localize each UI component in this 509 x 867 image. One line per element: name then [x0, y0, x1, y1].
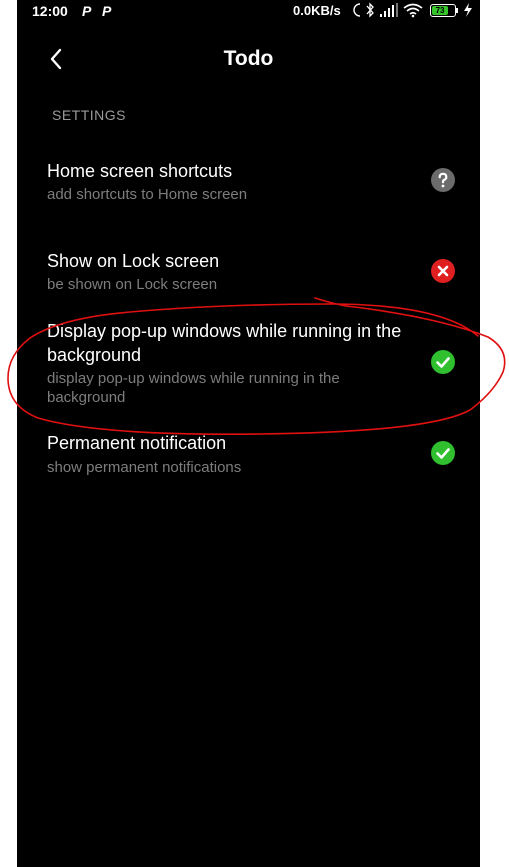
wifi-icon: [403, 3, 423, 18]
setting-title: Show on Lock screen: [47, 251, 220, 271]
network-speed: 0.0KB/s: [293, 3, 341, 18]
setting-permanent-notification[interactable]: Permanent notification show permanent no…: [17, 425, 480, 487]
setting-subtitle: show permanent notifications: [47, 459, 242, 476]
status-time: 12:00: [32, 3, 68, 19]
phone-screen: 12:00 P P 0.0KB/s 73 Todo SETTINGS Home …: [17, 0, 480, 867]
page-title: Todo: [223, 47, 274, 70]
battery-level: 73: [432, 6, 449, 15]
setting-subtitle: display pop-up windows while running in …: [47, 370, 340, 406]
setting-show-on-lock-screen[interactable]: Show on Lock screen be shown on Lock scr…: [17, 241, 480, 311]
setting-title: Permanent notification: [47, 433, 227, 453]
notification-p-icon: P: [82, 3, 92, 19]
check-icon[interactable]: [431, 441, 455, 465]
setting-home-screen-shortcuts[interactable]: Home screen shortcuts add shortcuts to H…: [17, 150, 480, 220]
setting-subtitle: add shortcuts to Home screen: [47, 186, 248, 203]
status-bar: 12:00 P P 0.0KB/s 73: [17, 0, 480, 24]
signal-icon: [380, 3, 398, 17]
battery-icon: 73: [430, 4, 456, 17]
section-header-settings: SETTINGS: [52, 107, 127, 123]
cross-icon[interactable]: [431, 259, 455, 283]
moon-icon: [353, 3, 361, 17]
setting-title: Home screen shortcuts: [47, 161, 233, 181]
check-icon[interactable]: [431, 350, 455, 374]
notification-p-icon: P: [102, 3, 112, 19]
question-icon[interactable]: [431, 168, 455, 192]
charging-icon: [464, 3, 472, 17]
bluetooth-icon: [366, 2, 374, 18]
battery-tip: [456, 8, 458, 13]
setting-display-popup-background[interactable]: Display pop-up windows while running in …: [17, 312, 480, 417]
setting-subtitle: be shown on Lock screen: [47, 276, 218, 293]
setting-title: Display pop-up windows while running in …: [47, 321, 402, 365]
